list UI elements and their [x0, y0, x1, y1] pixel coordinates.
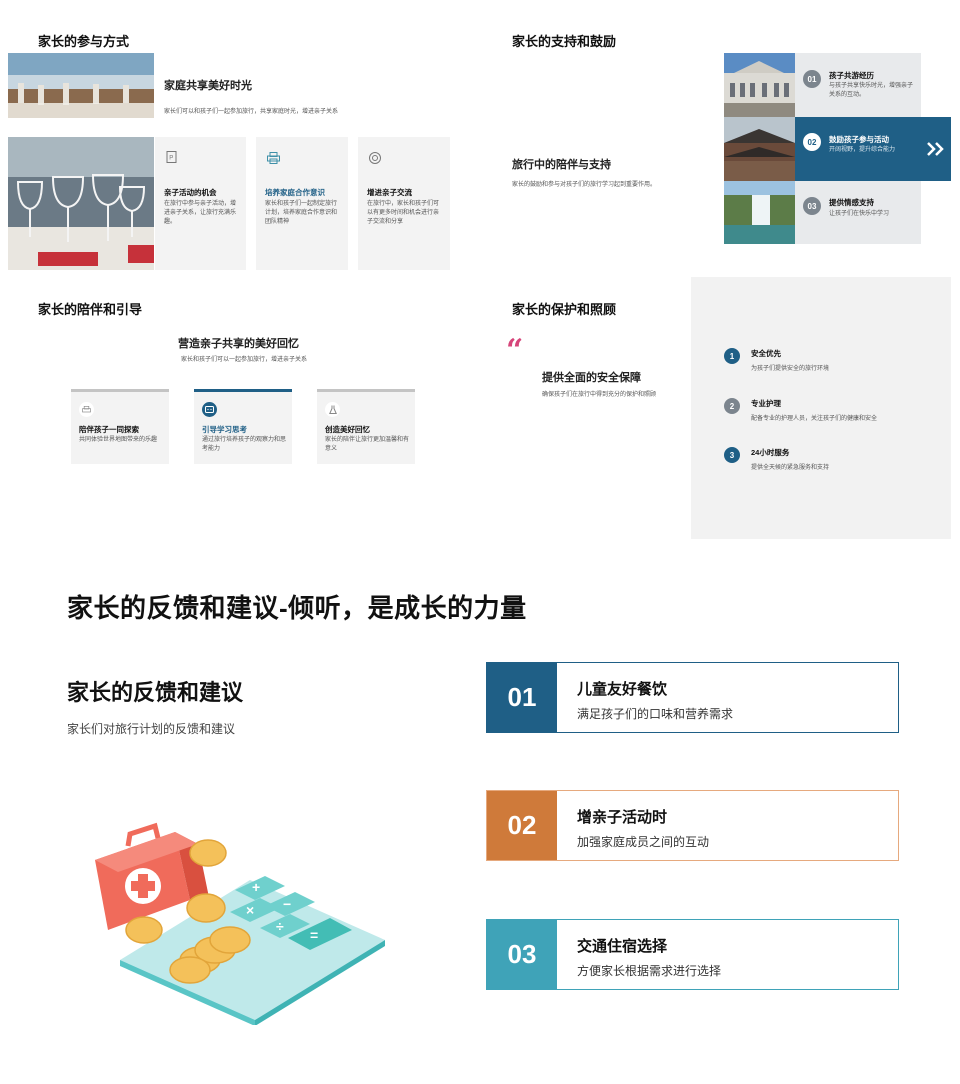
support-sub-title: 旅行中的陪伴与支持	[512, 159, 611, 171]
feedback-item-number: 02	[487, 791, 557, 860]
feedback-title: 家长的反馈和建议	[67, 680, 244, 705]
feedback-item-1[interactable]: 01 儿童友好餐饮 满足孩子们的口味和营养需求	[486, 662, 899, 733]
card-title: 亲子活动的机会	[164, 188, 217, 197]
target-icon	[369, 151, 381, 169]
document-icon: P	[166, 151, 177, 166]
protection-panel: 1 安全优先 为孩子们提供安全的旅行环境 2 专业护理 配备专业的护理人员，关注…	[691, 277, 951, 539]
protection-item-number: 2	[724, 398, 740, 414]
svg-text:−: −	[283, 896, 291, 912]
companion-title: 家长的陪伴和引导	[38, 302, 143, 317]
protection-item-title: 专业护理	[751, 399, 781, 408]
protection-item-desc: 提供全天候的紧急服务和支持	[751, 465, 830, 471]
quote-icon: “	[506, 333, 524, 368]
printer-icon	[79, 402, 94, 417]
printer-icon	[267, 151, 280, 169]
support-item-title: 提供情感支持	[829, 198, 874, 207]
support-item-3: 03 提供情感支持 让孩子们在快乐中学习	[795, 181, 921, 244]
feedback-subtitle: 家长们对旅行计划的反馈和建议	[67, 722, 236, 736]
protection-item-number: 3	[724, 447, 740, 463]
participation-card-3: 增进亲子交流 在旅行中，家长和孩子们可以有更多时间和机会进行亲子交流和分享	[358, 137, 450, 270]
temple-photo	[724, 117, 795, 181]
card-title: 创造美好回忆	[325, 425, 370, 434]
feedback-item-desc: 加强家庭成员之间的互动	[577, 835, 710, 849]
svg-text:×: ×	[246, 902, 254, 918]
flask-icon	[325, 402, 340, 417]
protection-item-desc: 为孩子们提供安全的旅行环境	[751, 366, 830, 372]
card-desc: 在旅行中，家长和孩子们可以有更多时间和机会进行亲子交流和分享	[367, 201, 440, 225]
medical-kit-coins-illustration: + − × ÷ =	[80, 820, 390, 1026]
support-item-number: 03	[803, 197, 821, 215]
companion-card-2[interactable]: 引导学习思考 通过旅行培养孩子的观察力和思考能力	[194, 389, 292, 464]
protection-quote-title: 提供全面的安全保障	[542, 372, 641, 384]
chat-icon	[202, 402, 217, 417]
card-desc: 通过旅行培养孩子的观察力和思考能力	[202, 437, 287, 452]
feedback-item-desc: 方便家长根据需求进行选择	[577, 964, 722, 978]
card-desc: 家长的陪伴让旅行更加温馨和有意义	[325, 437, 410, 452]
feedback-item-title: 儿童友好餐饮	[577, 681, 668, 698]
card-desc: 家长和孩子们一起制定旅行计划，培养家庭合作意识和团队精神	[265, 201, 338, 225]
support-sub-desc: 家长的鼓励和参与对孩子们的旅行学习起到重要作用。	[512, 182, 657, 188]
svg-text:P: P	[169, 156, 173, 162]
participation-card-2: 培养家庭合作意识 家长和孩子们一起制定旅行计划，培养家庭合作意识和团队精神	[256, 137, 348, 270]
feedback-item-3[interactable]: 03 交通住宿选择 方便家长根据需求进行选择	[486, 919, 899, 990]
support-item-1: 01 孩子共游经历 与孩子共享快乐时光，增强亲子关系的互动。	[795, 53, 921, 117]
feedback-item-number: 01	[487, 663, 557, 732]
card-desc: 在旅行中参与亲子活动，增进亲子关系，让旅行充满乐趣。	[164, 201, 237, 225]
support-item-title: 孩子共游经历	[829, 71, 874, 80]
svg-text:+: +	[252, 879, 260, 895]
support-item-desc: 开阔视野，提升综合能力	[829, 147, 896, 153]
participation-card-1: P 亲子活动的机会 在旅行中参与亲子活动，增进亲子关系，让旅行充满乐趣。	[155, 137, 246, 270]
participation-feature-title: 家庭共享美好时光	[164, 80, 252, 92]
svg-text:=: =	[310, 927, 318, 943]
feedback-item-number: 03	[487, 920, 557, 989]
protection-item-desc: 配备专业的护理人员，关注孩子们的健康和安全	[751, 416, 878, 422]
waterfall-photo	[724, 181, 795, 244]
svg-text:÷: ÷	[276, 918, 284, 934]
restaurant-photo	[8, 53, 154, 118]
protection-title: 家长的保护和照顾	[512, 302, 617, 317]
support-item-number: 02	[803, 133, 821, 151]
support-title: 家长的支持和鼓励	[512, 34, 617, 49]
protection-item-title: 安全优先	[751, 349, 781, 358]
card-title: 增进亲子交流	[367, 188, 412, 197]
feedback-headline: 家长的反馈和建议-倾听，是成长的力量	[67, 593, 527, 623]
support-item-desc: 让孩子们在快乐中学习	[829, 211, 890, 217]
support-item-2[interactable]: 02 鼓励孩子参与活动 开阔视野，提升综合能力	[795, 117, 921, 181]
companion-card-3: 创造美好回忆 家长的陪伴让旅行更加温馨和有意义	[317, 389, 415, 464]
card-title: 引导学习思考	[202, 425, 247, 434]
protection-item-number: 1	[724, 348, 740, 364]
double-chevron-right-icon[interactable]	[921, 117, 951, 181]
companion-center-desc: 家长和孩子们可以一起参加旅行，增进亲子关系	[181, 357, 308, 363]
companion-center-title: 营造亲子共享的美好回忆	[178, 338, 299, 350]
building-photo	[724, 53, 795, 117]
support-item-title: 鼓励孩子参与活动	[829, 135, 889, 144]
companion-card-1: 陪伴孩子一同探索 共同体验世界地图带来的乐趣	[71, 389, 169, 464]
support-item-number: 01	[803, 70, 821, 88]
card-desc: 共同体验世界地图带来的乐趣	[79, 437, 158, 443]
feedback-item-title: 交通住宿选择	[577, 938, 668, 955]
card-title: 培养家庭合作意识	[265, 188, 325, 197]
protection-quote-desc: 确保孩子们在旅行中得到充分的保护和照顾	[542, 392, 657, 398]
feedback-item-title: 增亲子活动时	[577, 809, 668, 826]
participation-feature-desc: 家长们可以和孩子们一起参加旅行，共享家庭时光，增进亲子关系	[164, 109, 339, 115]
participation-title: 家长的参与方式	[38, 34, 130, 49]
card-title: 陪伴孩子一同探索	[79, 425, 139, 434]
protection-item-title: 24小时服务	[751, 448, 790, 457]
wine-glasses-photo	[8, 137, 154, 270]
support-item-desc: 与孩子共享快乐时光，增强亲子关系的互动。	[829, 83, 914, 98]
feedback-item-desc: 满足孩子们的口味和营养需求	[577, 707, 734, 721]
feedback-item-2[interactable]: 02 增亲子活动时 加强家庭成员之间的互动	[486, 790, 899, 861]
